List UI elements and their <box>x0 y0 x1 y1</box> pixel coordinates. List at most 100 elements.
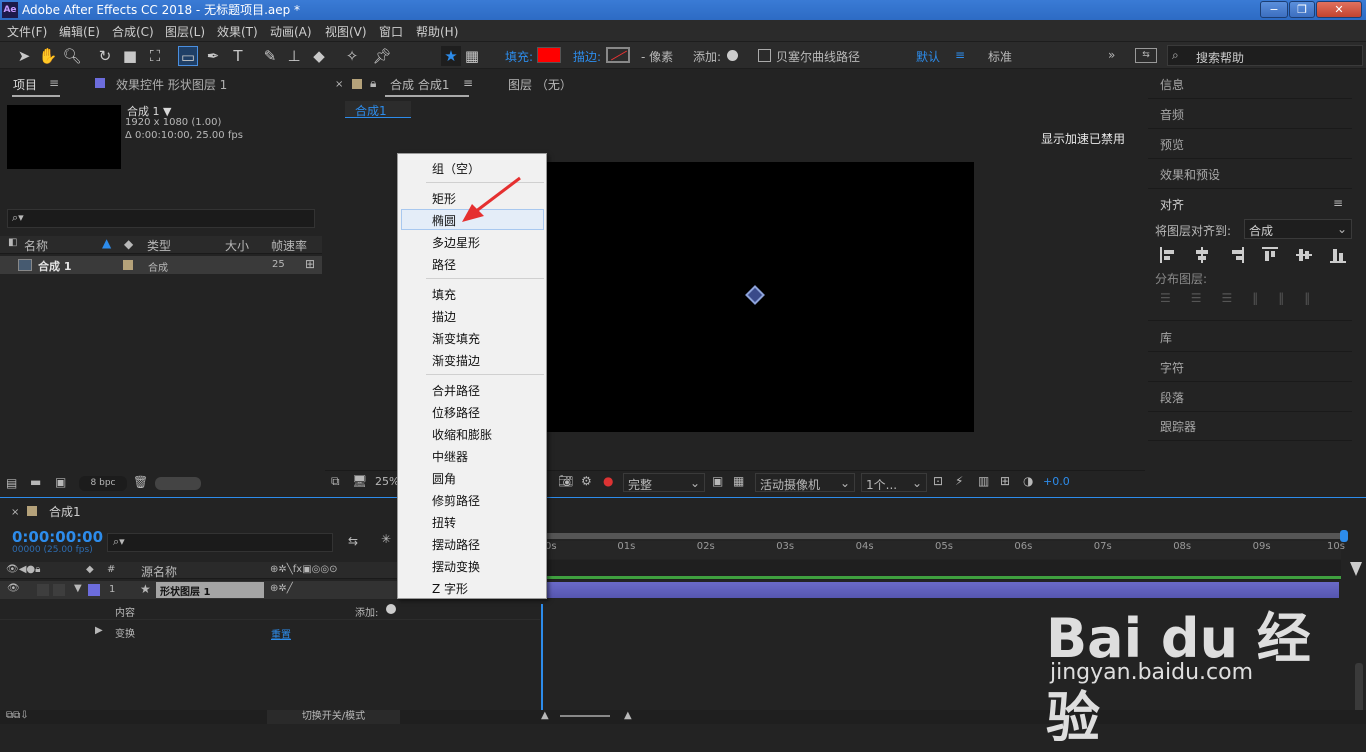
menu-item-fill[interactable]: 填充 <box>432 286 456 303</box>
timeline-search-input[interactable]: ⌕▾ <box>107 533 333 552</box>
new-folder-icon[interactable]: ▬ <box>30 475 41 489</box>
reset-exposure-icon[interactable]: ◑ <box>1023 474 1033 488</box>
type-tool-icon[interactable]: T <box>228 46 248 66</box>
layer-switches-icons[interactable]: ⧉⧉⇩ <box>6 710 29 721</box>
align-right-icon[interactable] <box>1228 247 1244 263</box>
timeline-tab[interactable]: 合成1 <box>49 503 81 520</box>
layer-name-field[interactable]: 形状图层 1 <box>156 582 264 598</box>
panel-library[interactable]: 库 <box>1160 329 1172 346</box>
panel-effects-presets[interactable]: 效果和预设 <box>1160 166 1220 183</box>
close-button[interactable]: ✕ <box>1316 1 1362 18</box>
monitor-icon[interactable]: 🖥︎ <box>352 474 367 488</box>
rotate-tool-icon[interactable]: ↻ <box>95 46 115 66</box>
selection-tool-icon[interactable]: ➤ <box>14 46 34 66</box>
clone-stamp-tool-icon[interactable]: ⊥ <box>284 46 304 66</box>
menu-item-path[interactable]: 路径 <box>432 256 456 273</box>
toggle-pixel-aspect-icon[interactable]: ⊡ <box>933 474 943 488</box>
align-hcenter-icon[interactable] <box>1194 247 1210 263</box>
transform-label[interactable]: 变换 <box>115 625 135 640</box>
snapshot-icon[interactable]: 📷︎ <box>558 474 573 488</box>
stroke-label[interactable]: 描边: <box>573 48 601 65</box>
layer-switches[interactable]: ⊕✲╱ <box>270 583 293 594</box>
comp-mini-flowchart-icon[interactable]: ⇆ <box>348 534 358 548</box>
layer-label-color[interactable] <box>88 584 100 596</box>
reset-link[interactable]: 重置 <box>271 626 291 641</box>
lock-icon[interactable]: 🔒︎ <box>370 76 376 91</box>
interpret-footage-icon[interactable]: ▤ <box>6 476 17 490</box>
zoom-dropdown[interactable]: 25% <box>375 475 399 488</box>
trash-icon[interactable]: 🗑︎ <box>133 475 148 489</box>
mask-toggle-icon[interactable]: ▦ <box>462 46 482 66</box>
add-menu-icon[interactable] <box>386 604 396 614</box>
menu-item-zig-zag[interactable]: Z 字形 <box>432 580 468 597</box>
star-shape-icon[interactable]: ★ <box>441 46 461 66</box>
align-bottom-icon[interactable] <box>1330 247 1346 263</box>
transparency-grid-icon[interactable]: ▦ <box>733 474 744 488</box>
work-area-bar[interactable] <box>545 533 1341 539</box>
solo-switch[interactable] <box>37 584 49 596</box>
camera-dropdown[interactable]: 活动摄像机 ⌄ <box>755 473 855 492</box>
bit-depth-button[interactable]: 8 bpc <box>79 476 127 491</box>
toggle-modes-button[interactable]: 切换开关/模式 <box>267 710 400 724</box>
panel-menu-icon[interactable]: ≡ <box>463 76 473 90</box>
visibility-eye-icon[interactable]: 👁︎ <box>7 583 20 594</box>
sort-ascending-icon[interactable]: ▲ <box>102 236 111 250</box>
workspace-default[interactable]: 默认 <box>916 48 940 65</box>
menu-view[interactable]: 视图(V) <box>325 23 367 40</box>
zoom-slider[interactable] <box>560 715 610 717</box>
draft-3d-icon[interactable]: ✳ <box>381 532 391 546</box>
always-preview-icon[interactable]: ⧉ <box>331 474 340 489</box>
menu-animation[interactable]: 动画(A) <box>270 23 312 40</box>
flowchart-icon[interactable]: ⊞ <box>1000 474 1010 488</box>
panel-info[interactable]: 信息 <box>1160 76 1184 93</box>
help-search-box[interactable]: ⌕ 搜索帮助 <box>1167 45 1363 66</box>
channel-icon[interactable]: ● <box>603 474 613 488</box>
tab-composition[interactable]: 合成 合成1 <box>390 76 449 93</box>
menu-help[interactable]: 帮助(H) <box>416 23 458 40</box>
menu-item-wiggle-paths[interactable]: 摆动路径 <box>432 536 480 553</box>
column-fps[interactable]: 帧速率 <box>271 237 307 254</box>
panel-align[interactable]: 对齐 <box>1160 196 1184 213</box>
menu-item-offset-paths[interactable]: 位移路径 <box>432 404 480 421</box>
fill-label[interactable]: 填充: <box>505 48 533 65</box>
menu-effect[interactable]: 效果(T) <box>217 23 258 40</box>
workspace-standard[interactable]: 标准 <box>988 48 1012 65</box>
breadcrumb[interactable]: 合成1 <box>345 101 411 118</box>
puppet-pin-tool-icon[interactable]: 📌︎ <box>372 46 392 66</box>
stroke-width-units[interactable]: - 像素 <box>641 48 673 65</box>
minimize-button[interactable]: − <box>1260 1 1288 18</box>
menu-item-trim-paths[interactable]: 修剪路径 <box>432 492 480 509</box>
tab-layer[interactable]: 图层 （无） <box>508 76 572 93</box>
zoom-tool-icon[interactable]: 🔍︎ <box>62 46 82 66</box>
menu-file[interactable]: 文件(F) <box>7 23 47 40</box>
flowchart-icon[interactable]: ⊞ <box>305 257 315 271</box>
thumbnail-slider[interactable] <box>155 477 201 490</box>
panel-menu-icon[interactable]: ≡ <box>1333 196 1343 210</box>
fast-preview-icon[interactable]: ⚡ <box>955 474 963 488</box>
views-dropdown[interactable]: 1个... ⌄ <box>861 473 927 492</box>
panel-menu-icon[interactable]: ≡ <box>49 76 59 90</box>
close-tab-icon[interactable]: × <box>335 79 343 90</box>
panel-character[interactable]: 字符 <box>1160 359 1184 376</box>
menu-item-repeater[interactable]: 中继器 <box>432 448 468 465</box>
menu-window[interactable]: 窗口 <box>379 23 403 40</box>
expand-layer-icon[interactable]: ▼ <box>74 583 82 594</box>
column-name[interactable]: 名称 <box>24 237 48 254</box>
timeline-icon[interactable]: ▥ <box>978 474 989 488</box>
menu-composition[interactable]: 合成(C) <box>112 23 154 40</box>
pen-tool-icon[interactable]: ✒ <box>203 46 223 66</box>
menu-item-wiggle-transform[interactable]: 摆动变换 <box>432 558 480 575</box>
workspace-menu-icon[interactable]: ≡ <box>955 48 965 62</box>
menu-item-stroke[interactable]: 描边 <box>432 308 456 325</box>
roto-brush-tool-icon[interactable]: ✧ <box>342 46 362 66</box>
zoom-in-icon[interactable]: ▲ <box>624 710 632 721</box>
expand-transform-icon[interactable]: ▶ <box>95 625 103 636</box>
project-row[interactable]: 合成 1 合成 25 ⊞ <box>0 256 322 274</box>
menu-item-gradient-fill[interactable]: 渐变填充 <box>432 330 480 347</box>
workspace-overflow-icon[interactable]: » <box>1108 48 1115 62</box>
label-column-icon[interactable]: ◆ <box>124 237 133 251</box>
align-top-icon[interactable] <box>1262 247 1278 263</box>
hand-tool-icon[interactable]: ✋ <box>38 46 58 66</box>
menu-item-gradient-stroke[interactable]: 渐变描边 <box>432 352 480 369</box>
rectangle-tool-icon[interactable]: ▭ <box>178 46 198 66</box>
